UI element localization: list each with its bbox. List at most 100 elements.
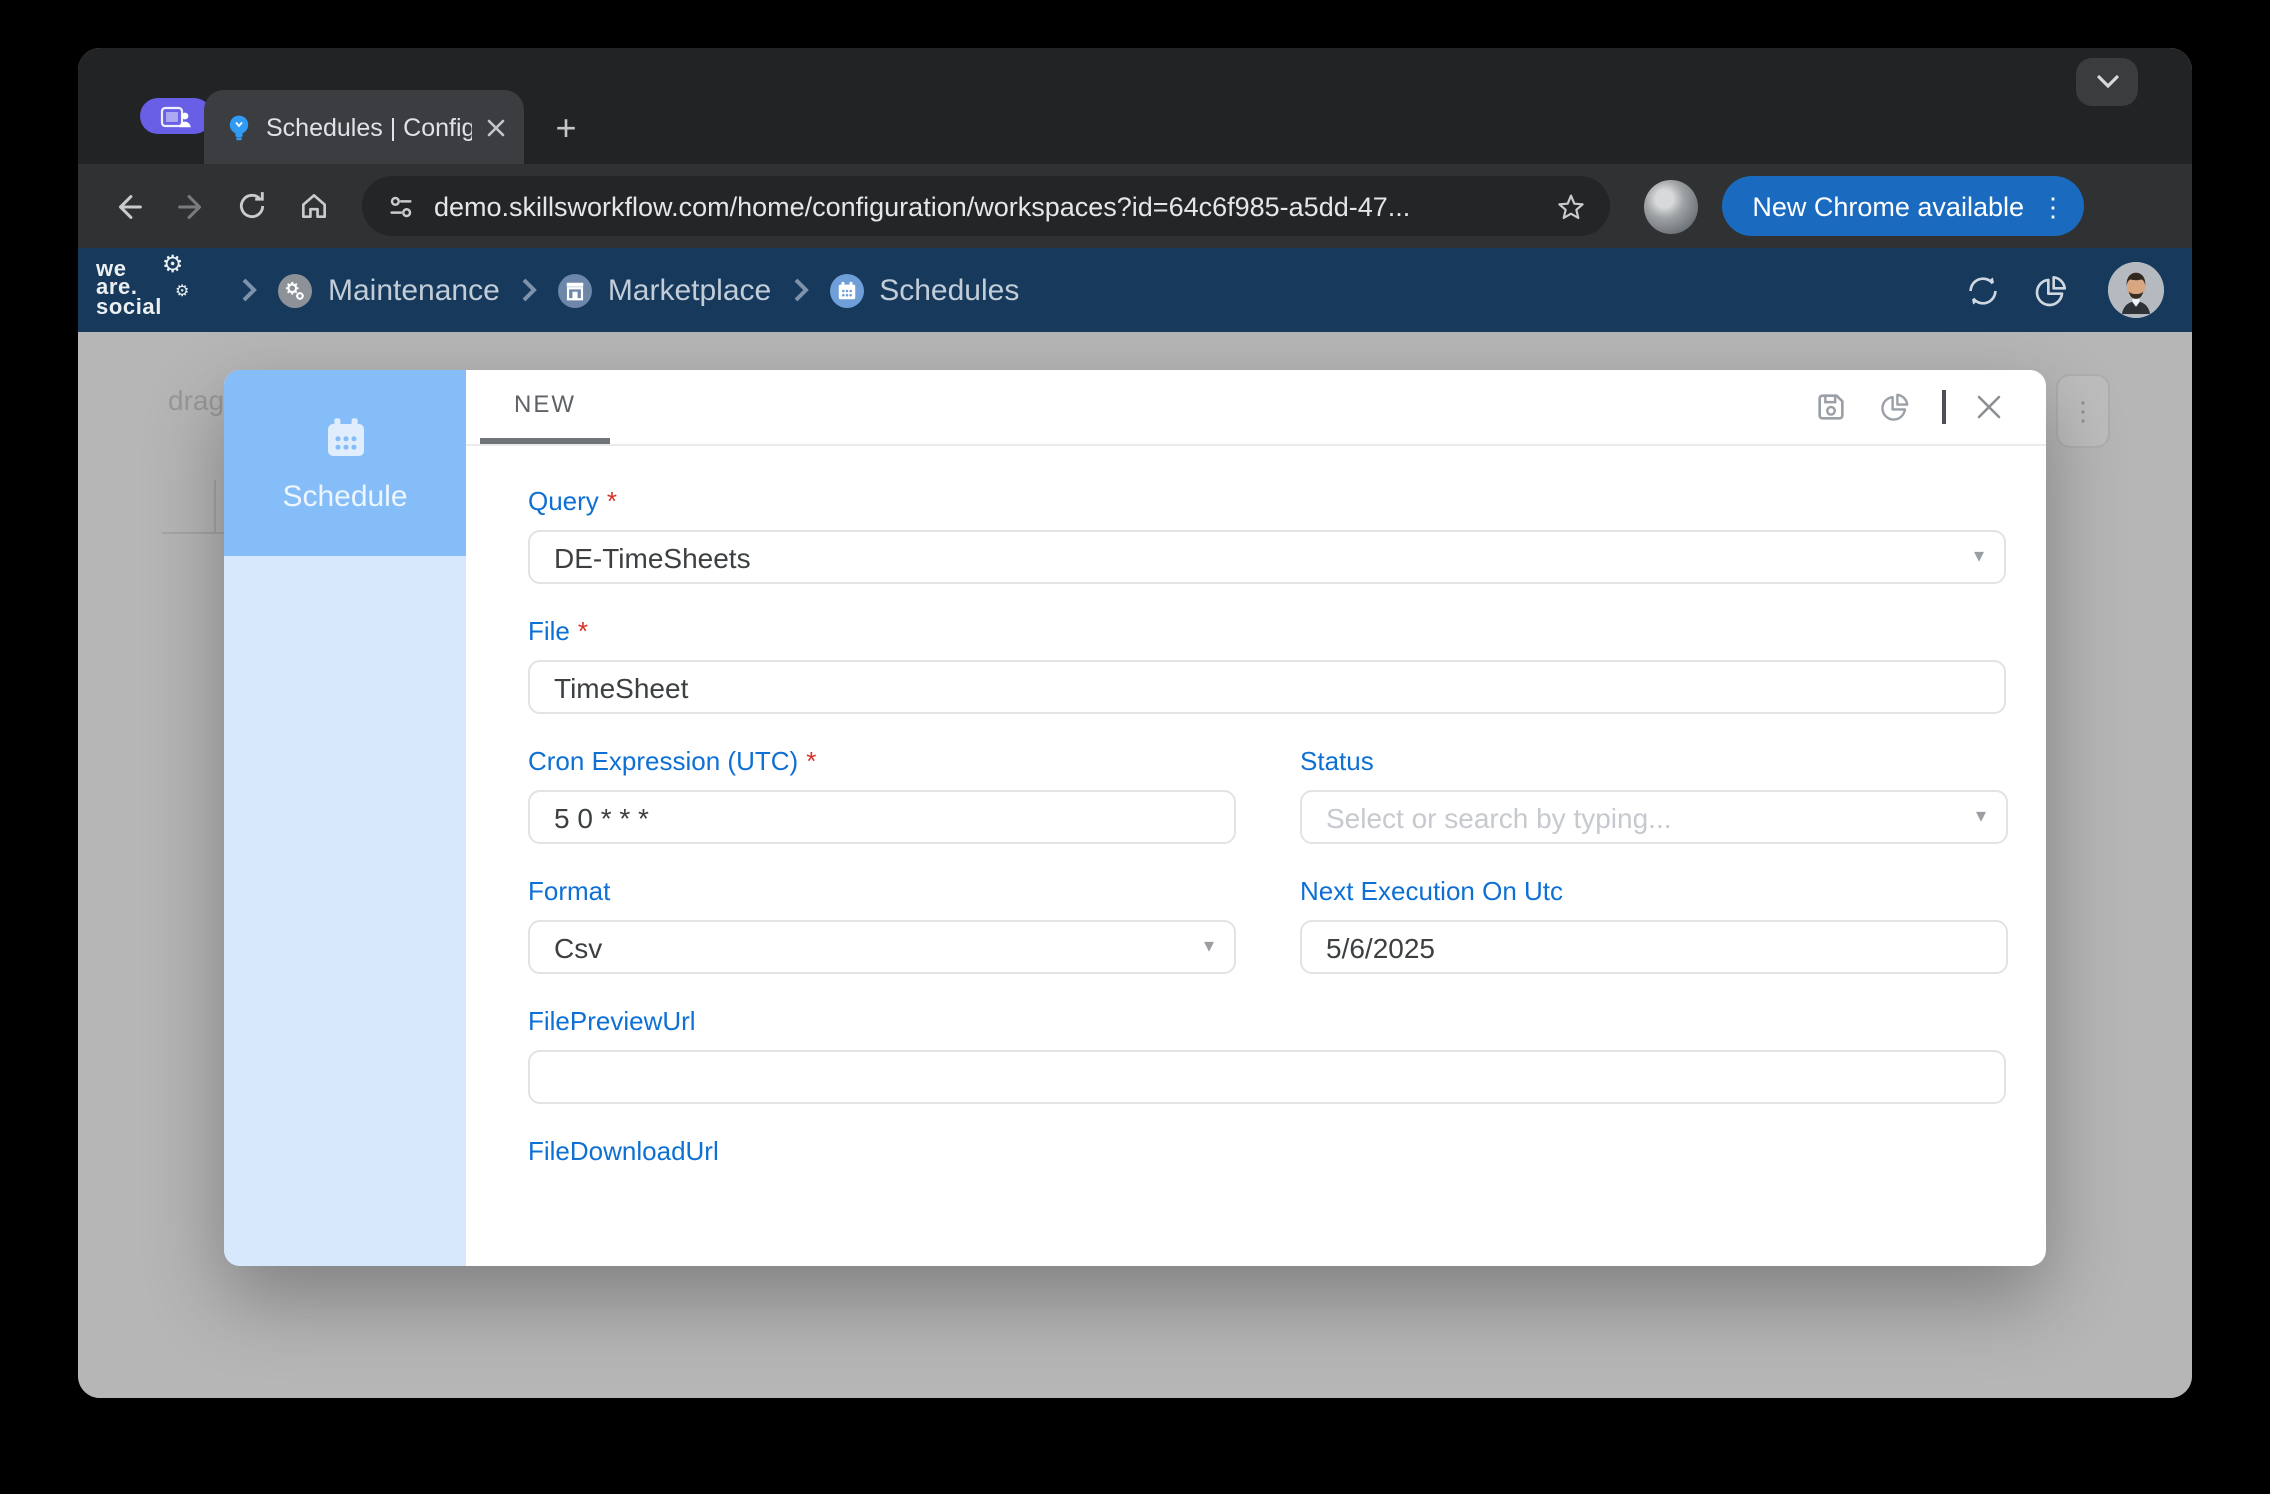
file-field [528, 660, 2006, 714]
divider [1942, 390, 1946, 424]
appbar-actions [1964, 262, 2164, 318]
modal-main: NEW [466, 370, 2046, 1266]
file-preview-label: FilePreviewUrl [528, 1006, 2006, 1036]
format-input[interactable] [528, 920, 1236, 974]
browser-profile-button[interactable] [140, 98, 212, 134]
required-asterisk: * [806, 746, 816, 776]
file-download-row: FileDownloadUrl [528, 1136, 2006, 1166]
window-chevron-button[interactable] [2076, 58, 2138, 106]
breadcrumb-maintenance[interactable]: Maintenance [278, 273, 500, 307]
chevron-down-icon [2095, 74, 2119, 90]
file-preview-row: FilePreviewUrl [528, 1006, 2006, 1104]
format-label: Format [528, 876, 1236, 906]
query-row: Query * ▾ [528, 486, 2006, 584]
screenshot-background: Schedules | Configuration + [0, 0, 2270, 1494]
profile-tablet-user-icon [160, 105, 192, 127]
browser-toolbar: demo.skillsworkflow.com/home/configurati… [78, 164, 2192, 248]
file-label: File * [528, 616, 2006, 646]
url-text: demo.skillsworkflow.com/home/configurati… [434, 191, 1538, 221]
breadcrumb-maintenance-label: Maintenance [328, 273, 500, 307]
sidebar-item-schedule[interactable]: Schedule [224, 370, 466, 556]
chrome-update-label: New Chrome available [1752, 191, 2024, 221]
breadcrumb-marketplace[interactable]: Marketplace [558, 273, 771, 307]
status-label: Status [1300, 746, 2008, 776]
browser-account-avatar[interactable] [1644, 179, 1698, 233]
cron-status-row: Cron Expression (UTC) * Status [528, 746, 2006, 844]
tab-strip: Schedules | Configuration + [78, 48, 2192, 164]
grid-drag-hint-text: drag [168, 384, 224, 416]
user-avatar[interactable] [2108, 262, 2164, 318]
status-select: ▾ [1300, 790, 2008, 844]
file-preview-input[interactable] [528, 1050, 2006, 1104]
browser-window: Schedules | Configuration + [78, 48, 2192, 1398]
format-select: ▾ [528, 920, 1236, 974]
save-icon[interactable] [1814, 390, 1848, 424]
tab-favicon-lightbulb-icon [226, 113, 252, 141]
file-preview-field [528, 1050, 2006, 1104]
forward-icon[interactable] [164, 180, 216, 232]
schedules-calendar-icon [829, 273, 863, 307]
tab-title: Schedules | Configuration [266, 113, 472, 141]
tab-close-icon[interactable] [486, 117, 506, 137]
next-execution-input[interactable] [1300, 920, 2008, 974]
cron-field [528, 790, 1236, 844]
modal-header: NEW [466, 370, 2046, 446]
we-are-social-logo[interactable]: we are. social ⚙ ⚙ [96, 262, 188, 319]
tab-new[interactable]: NEW [480, 370, 610, 444]
dropdown-caret-icon[interactable]: ▾ [1976, 805, 1986, 827]
cron-input[interactable] [528, 790, 1236, 844]
format-next-row: Format ▾ Next Execution On Utc [528, 876, 2006, 974]
browser-tab[interactable]: Schedules | Configuration [204, 90, 524, 164]
next-execution-label: Next Execution On Utc [1300, 876, 2008, 906]
required-asterisk: * [578, 616, 588, 646]
bookmark-star-icon[interactable] [1556, 191, 1586, 221]
app-breadcrumb-bar: we are. social ⚙ ⚙ Maintenance [78, 248, 2192, 332]
site-settings-icon[interactable] [386, 191, 416, 221]
status-column: Status ▾ [1300, 746, 2008, 844]
query-input[interactable] [528, 530, 2006, 584]
next-execution-field [1300, 920, 2008, 974]
marketplace-store-icon [558, 273, 592, 307]
logo-gear-icon: ⚙ [162, 256, 184, 275]
refresh-icon[interactable] [1964, 271, 2002, 309]
reload-icon[interactable] [226, 180, 278, 232]
status-input[interactable] [1300, 790, 2008, 844]
home-icon[interactable] [288, 180, 340, 232]
logo-line-3: social [96, 300, 188, 319]
schedule-calendar-icon [321, 413, 369, 461]
dropdown-caret-icon[interactable]: ▾ [1204, 935, 1214, 957]
modal-sidebar: Schedule [224, 370, 466, 1266]
query-select: ▾ [528, 530, 2006, 584]
logo-gear-small-icon: ⚙ [175, 282, 190, 301]
page-content-dimmed: drag ⋮ Schedule NEW [78, 332, 2192, 1398]
new-tab-button[interactable]: + [544, 106, 588, 150]
schedule-form: Query * ▾ File * [466, 446, 2046, 1198]
url-bar[interactable]: demo.skillsworkflow.com/home/configurati… [362, 176, 1610, 236]
file-download-label: FileDownloadUrl [528, 1136, 2006, 1166]
breadcrumb-chevron-icon [520, 276, 538, 304]
browser-menu-kebab-icon[interactable]: ⋮ [2040, 193, 2066, 219]
pie-chart-icon[interactable] [1878, 390, 1912, 424]
format-column: Format ▾ [528, 876, 1236, 974]
breadcrumb-chevron-icon [791, 276, 809, 304]
close-icon[interactable] [1976, 394, 2002, 420]
required-asterisk: * [607, 486, 617, 516]
breadcrumb-marketplace-label: Marketplace [608, 273, 771, 307]
page-kebab-menu-button: ⋮ [2056, 374, 2110, 448]
query-label: Query * [528, 486, 2006, 516]
file-row: File * [528, 616, 2006, 714]
breadcrumb-schedules[interactable]: Schedules [829, 273, 1019, 307]
modal-header-actions [1814, 370, 2046, 444]
back-icon[interactable] [102, 180, 154, 232]
next-execution-column: Next Execution On Utc [1300, 876, 2008, 974]
pie-chart-icon[interactable] [2032, 271, 2070, 309]
schedule-modal: Schedule NEW [224, 370, 2046, 1266]
chrome-update-button[interactable]: New Chrome available ⋮ [1722, 176, 2084, 236]
dropdown-caret-icon[interactable]: ▾ [1974, 545, 1984, 567]
cron-label: Cron Expression (UTC) * [528, 746, 1236, 776]
breadcrumb-chevron-icon [240, 276, 258, 304]
breadcrumb-schedules-label: Schedules [879, 273, 1019, 307]
sidebar-item-schedule-label: Schedule [282, 479, 407, 513]
maintenance-gears-icon [278, 273, 312, 307]
file-input[interactable] [528, 660, 2006, 714]
